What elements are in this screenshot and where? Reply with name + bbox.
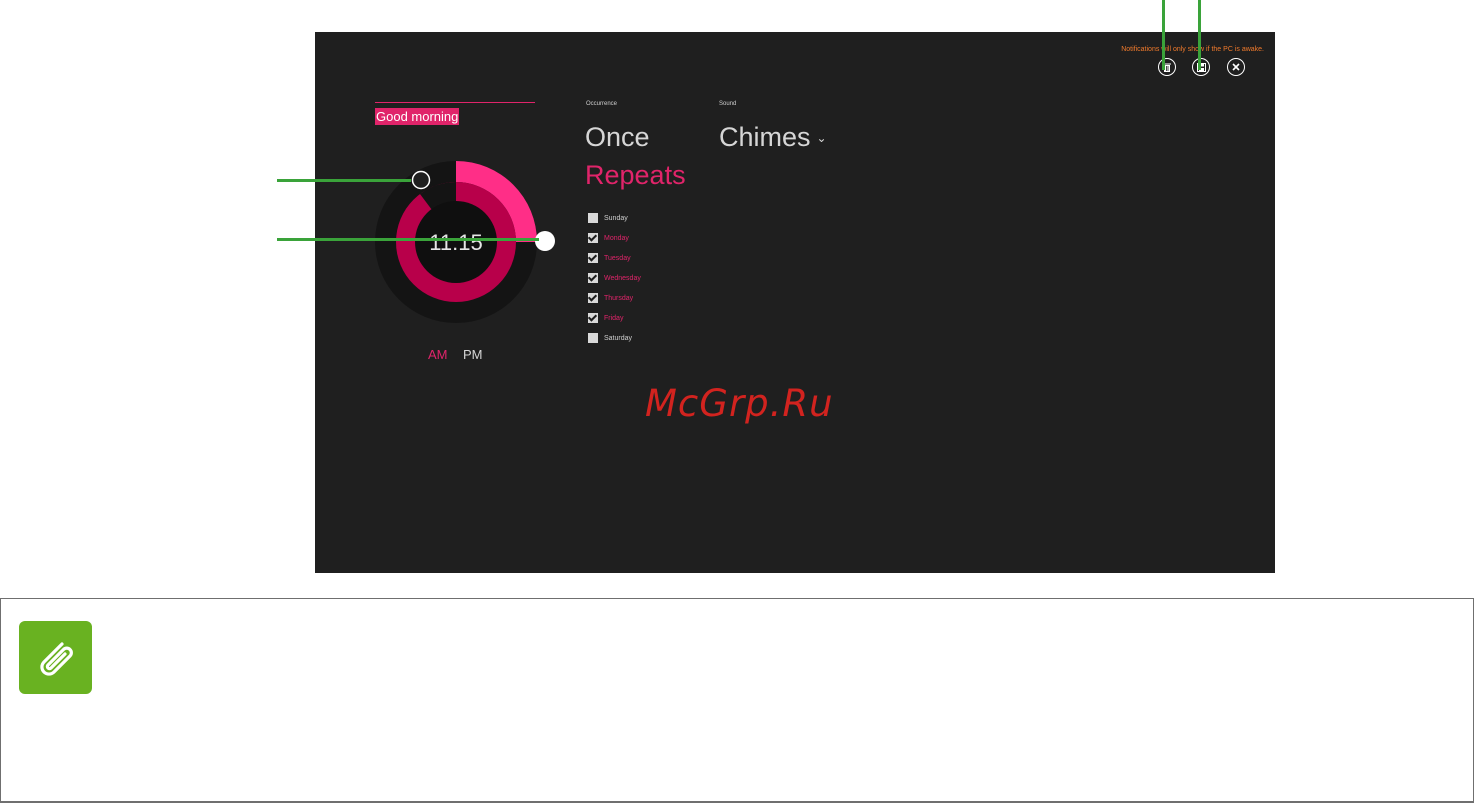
time-display: 11:15 bbox=[429, 230, 482, 255]
weekday-item[interactable]: Tuesday bbox=[588, 248, 641, 268]
alarm-name-underline bbox=[375, 102, 535, 103]
weekday-label: Sunday bbox=[604, 214, 628, 222]
weekday-checkbox[interactable] bbox=[588, 293, 598, 303]
delete-button[interactable] bbox=[1158, 58, 1176, 76]
note-box bbox=[0, 598, 1474, 803]
am-toggle[interactable]: AM bbox=[428, 347, 448, 362]
close-button[interactable] bbox=[1227, 58, 1245, 76]
notification-notice: Notifications will only show if the PC i… bbox=[1121, 46, 1264, 53]
weekday-item[interactable]: Wednesday bbox=[588, 268, 641, 288]
close-icon bbox=[1232, 63, 1240, 71]
weekday-checkbox[interactable] bbox=[588, 313, 598, 323]
alarm-name-input[interactable]: Good morning bbox=[375, 108, 460, 125]
weekday-item[interactable]: Saturday bbox=[588, 328, 641, 348]
sound-label: Sound bbox=[719, 101, 737, 107]
weekday-label: Thursday bbox=[604, 294, 634, 302]
weekday-label: Tuesday bbox=[604, 254, 631, 262]
occurrence-repeats-option[interactable]: Repeats bbox=[585, 160, 686, 191]
time-dial[interactable]: 11:15 bbox=[375, 160, 565, 325]
weekday-list: Sunday Monday Tuesday Wednesday Thursday Frid… bbox=[588, 208, 641, 348]
weekday-label: Friday bbox=[604, 314, 624, 322]
watermark: McGrp.Ru bbox=[645, 382, 834, 425]
weekday-item[interactable]: Monday bbox=[588, 228, 641, 248]
hour-handle[interactable] bbox=[535, 231, 555, 251]
pm-toggle[interactable]: PM bbox=[463, 347, 483, 362]
weekday-label: Monday bbox=[604, 234, 629, 242]
alarm-screen: Notifications will only show if the PC i… bbox=[315, 32, 1275, 573]
note-icon-tile bbox=[19, 621, 92, 694]
weekday-checkbox[interactable] bbox=[588, 233, 598, 243]
callout-line-delete bbox=[1162, 0, 1165, 70]
weekday-checkbox[interactable] bbox=[588, 253, 598, 263]
occurrence-label: Occurrence bbox=[586, 101, 618, 107]
sound-value: Chimes bbox=[719, 122, 811, 152]
minute-handle[interactable] bbox=[411, 170, 431, 190]
weekday-item[interactable]: Friday bbox=[588, 308, 641, 328]
save-button[interactable] bbox=[1192, 58, 1210, 76]
chevron-down-icon: ⌄ bbox=[816, 130, 827, 145]
occurrence-once-option[interactable]: Once bbox=[585, 122, 650, 153]
sound-dropdown[interactable]: Chimes ⌄ bbox=[719, 122, 827, 153]
callout-line-minute-handle bbox=[277, 179, 411, 182]
weekday-checkbox[interactable] bbox=[588, 273, 598, 283]
paperclip-icon bbox=[39, 641, 73, 676]
weekday-checkbox[interactable] bbox=[588, 213, 598, 223]
callout-line-save bbox=[1198, 0, 1201, 70]
weekday-label: Saturday bbox=[604, 334, 633, 342]
weekday-label: Wednesday bbox=[604, 274, 641, 282]
callout-line-hour-handle bbox=[277, 238, 539, 241]
weekday-item[interactable]: Sunday bbox=[588, 208, 641, 228]
weekday-checkbox[interactable] bbox=[588, 333, 598, 343]
weekday-item[interactable]: Thursday bbox=[588, 288, 641, 308]
